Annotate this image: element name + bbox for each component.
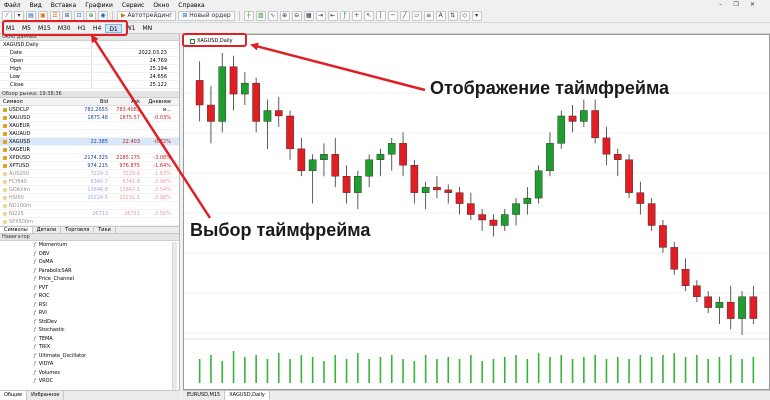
arrow-to-display [250, 42, 426, 92]
annotation-timeframe-display: Отображение таймфрейма [427, 78, 673, 99]
arrow-to-select [90, 34, 212, 219]
annotation-timeframe-select: Выбор таймфрейма [187, 220, 374, 241]
annotation-arrows [90, 34, 426, 219]
terminal-window: Файл Вид Вставка Графики Сервис Окно Спр… [0, 0, 770, 400]
